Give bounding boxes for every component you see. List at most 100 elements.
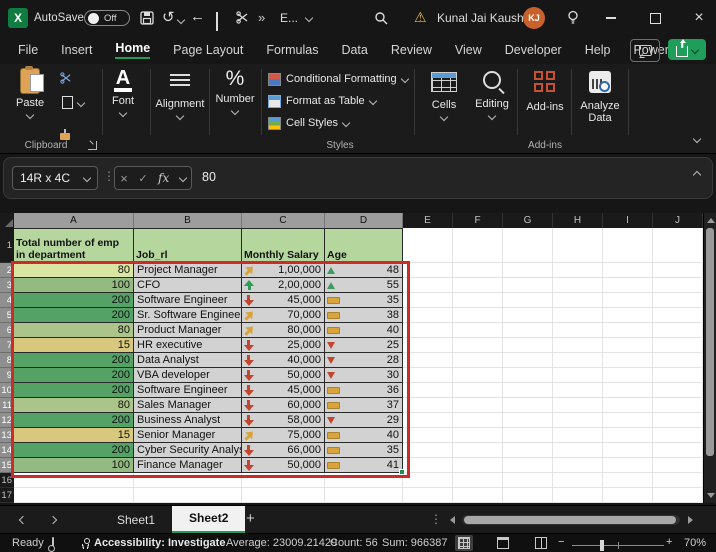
row-header-6[interactable]: 6 <box>0 323 14 338</box>
cell-H8[interactable] <box>553 353 603 368</box>
cell-H14[interactable] <box>553 443 603 458</box>
scroll-up-icon[interactable] <box>707 218 715 223</box>
cell-B5[interactable]: Sr. Software Engineer <box>134 308 242 323</box>
cell-D16[interactable] <box>325 473 403 488</box>
cell-H1[interactable] <box>553 228 603 263</box>
column-header-c[interactable]: C <box>242 213 325 228</box>
cell-G12[interactable] <box>503 413 553 428</box>
cell-G7[interactable] <box>503 338 553 353</box>
warning-icon[interactable]: ⚠ <box>414 9 427 26</box>
cell-H17[interactable] <box>553 488 603 503</box>
enter-icon[interactable]: ✓ <box>138 172 147 185</box>
hscroll-right-icon[interactable] <box>688 516 693 524</box>
cell-C16[interactable] <box>242 473 325 488</box>
cell-I1[interactable] <box>603 228 653 263</box>
cell-E10[interactable] <box>403 383 453 398</box>
scissors-icon[interactable] <box>236 11 249 24</box>
zoom-out-button[interactable]: − <box>558 536 564 548</box>
zoom-slider-thumb[interactable] <box>600 540 604 551</box>
cell-D17[interactable] <box>325 488 403 503</box>
cell-H9[interactable] <box>553 368 603 383</box>
cell-D2[interactable]: 48 <box>325 263 403 278</box>
cell-F12[interactable] <box>453 413 503 428</box>
cancel-icon[interactable]: × <box>120 171 128 186</box>
cell-A3[interactable]: 100 <box>14 278 134 293</box>
cell-D1[interactable]: Age <box>325 228 403 263</box>
cell-G17[interactable] <box>503 488 553 503</box>
cell-E1[interactable] <box>403 228 453 263</box>
cell-F2[interactable] <box>453 263 503 278</box>
user-name[interactable]: Kunal Jai Kaushik <box>437 11 532 25</box>
tab-file[interactable]: File <box>18 43 38 57</box>
column-header-e[interactable]: E <box>403 213 453 228</box>
cell-E15[interactable] <box>403 458 453 473</box>
doc-name-dropdown-icon[interactable] <box>305 14 313 22</box>
cell-C13[interactable]: 75,000 <box>242 428 325 443</box>
horizontal-scrollbar[interactable] <box>462 515 680 525</box>
horizontal-scroll-thumb[interactable] <box>464 516 676 524</box>
cell-J9[interactable] <box>653 368 703 383</box>
row-header-2[interactable]: 2 <box>0 263 14 278</box>
cell-G3[interactable] <box>503 278 553 293</box>
cell-B15[interactable]: Finance Manager <box>134 458 242 473</box>
undo-icon[interactable]: ↺ <box>162 8 175 26</box>
cell-J14[interactable] <box>653 443 703 458</box>
cell-D8[interactable]: 28 <box>325 353 403 368</box>
cell-C2[interactable]: 1,00,000 <box>242 263 325 278</box>
cell-J4[interactable] <box>653 293 703 308</box>
number-group-button[interactable]: % Number <box>211 68 259 114</box>
row-header-15[interactable]: 15 <box>0 458 14 473</box>
cell-B4[interactable]: Software Engineer <box>134 293 242 308</box>
select-all-corner[interactable] <box>0 213 14 228</box>
qat-overflow-icon[interactable]: » <box>258 10 265 25</box>
hscroll-left-icon[interactable] <box>450 516 455 524</box>
cell-E12[interactable] <box>403 413 453 428</box>
cell-G14[interactable] <box>503 443 553 458</box>
sheet-tab-sheet1[interactable]: Sheet1 <box>100 506 172 534</box>
cell-H6[interactable] <box>553 323 603 338</box>
cell-J1[interactable] <box>653 228 703 263</box>
row-header-16[interactable]: 16 <box>0 473 14 488</box>
cell-A2[interactable]: 80 <box>14 263 134 278</box>
cell-C9[interactable]: 50,000 <box>242 368 325 383</box>
vertical-scrollbar[interactable] <box>703 213 716 503</box>
tab-home[interactable]: Home <box>115 41 150 59</box>
row-header-11[interactable]: 11 <box>0 398 14 413</box>
cell-I2[interactable] <box>603 263 653 278</box>
cell-C7[interactable]: 25,000 <box>242 338 325 353</box>
tab-insert[interactable]: Insert <box>61 43 92 57</box>
cell-I5[interactable] <box>603 308 653 323</box>
cell-F4[interactable] <box>453 293 503 308</box>
row-header-14[interactable]: 14 <box>0 443 14 458</box>
column-header-g[interactable]: G <box>503 213 553 228</box>
alignment-group-button[interactable]: Alignment <box>152 68 208 119</box>
cell-D10[interactable]: 36 <box>325 383 403 398</box>
formula-input[interactable]: 80 <box>202 170 216 184</box>
cell-E8[interactable] <box>403 353 453 368</box>
close-button[interactable]: × <box>684 0 714 36</box>
scroll-down-icon[interactable] <box>707 493 715 498</box>
zoom-slider[interactable] <box>572 545 664 546</box>
cell-E7[interactable] <box>403 338 453 353</box>
analyze-data-button[interactable]: Analyze Data <box>574 68 626 124</box>
share-button[interactable] <box>668 39 706 60</box>
cell-G11[interactable] <box>503 398 553 413</box>
save-icon[interactable] <box>140 11 154 25</box>
cell-F8[interactable] <box>453 353 503 368</box>
cell-A14[interactable]: 200 <box>14 443 134 458</box>
format-as-table-button[interactable]: Format as Table <box>268 91 376 111</box>
sheet-tab-sheet2[interactable]: Sheet2 <box>172 506 245 534</box>
cell-B16[interactable] <box>134 473 242 488</box>
row-header-1[interactable]: 1 <box>0 228 14 263</box>
cell-I17[interactable] <box>603 488 653 503</box>
cell-F7[interactable] <box>453 338 503 353</box>
expand-formula-bar-icon[interactable] <box>693 171 701 179</box>
column-header-f[interactable]: F <box>453 213 503 228</box>
cell-I13[interactable] <box>603 428 653 443</box>
cell-G4[interactable] <box>503 293 553 308</box>
cell-C10[interactable]: 45,000 <box>242 383 325 398</box>
tab-bar-handle[interactable]: ⋮ <box>430 512 442 526</box>
cell-G1[interactable] <box>503 228 553 263</box>
copy-icon[interactable] <box>216 12 218 31</box>
row-header-17[interactable]: 17 <box>0 488 14 503</box>
